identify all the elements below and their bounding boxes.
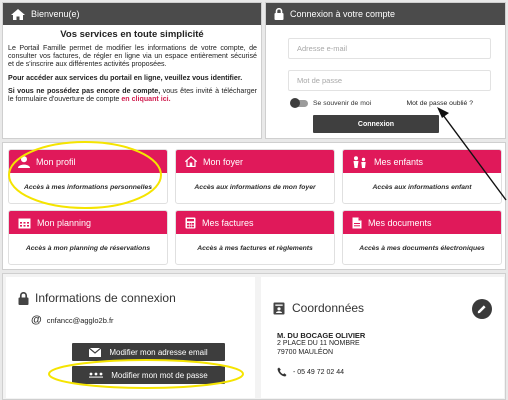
user-icon xyxy=(18,155,30,168)
calendar-icon xyxy=(18,218,31,228)
connection-info-title: Informations de connexion xyxy=(18,291,255,305)
email-field[interactable]: Adresse e-mail xyxy=(288,38,491,59)
address-card-icon xyxy=(273,302,285,314)
change-password-label: Modifier mon mot de passe xyxy=(111,370,208,380)
tile-head: Mes factures xyxy=(176,211,334,234)
password-dots-icon xyxy=(89,372,104,378)
document-icon xyxy=(352,217,362,228)
lock-icon xyxy=(18,291,29,305)
services-grid: Mon profil Accès à mes informations pers… xyxy=(2,142,506,270)
tile-head: Mes enfants xyxy=(343,150,501,173)
welcome-panel: Bienvenu(e) Vos services en toute simpli… xyxy=(2,2,262,139)
change-password-button[interactable]: Modifier mon mot de passe xyxy=(72,366,225,384)
tile-label: Mon planning xyxy=(37,217,92,228)
calculator-icon xyxy=(185,217,196,228)
phone-row: - 05 49 72 02 44 xyxy=(277,367,504,377)
address-line-2: 79700 MAULÉON xyxy=(277,348,334,356)
phone-number: - 05 49 72 02 44 xyxy=(293,368,344,376)
tile-mon-foyer[interactable]: Mon foyer Accès aux informations de mon … xyxy=(175,149,335,204)
envelope-icon xyxy=(89,347,102,357)
tile-mes-documents[interactable]: Mes documents Accès à mes documents élec… xyxy=(342,210,502,265)
tile-description: Accès à mes factures et règlements xyxy=(197,245,313,252)
welcome-identify-text: Pour accéder aux services du portail en … xyxy=(8,73,243,82)
welcome-header: Bienvenu(e) xyxy=(3,3,261,25)
remember-label: Se souvenir de moi xyxy=(313,100,372,107)
tile-head: Mon profil xyxy=(9,150,167,173)
welcome-title: Vos services en toute simplicité xyxy=(60,29,204,40)
edit-contact-button[interactable] xyxy=(472,299,492,319)
login-header-label: Connexion à votre compte xyxy=(290,9,396,19)
tile-head: Mon foyer xyxy=(176,150,334,173)
tile-description: Accès aux informations enfant xyxy=(372,184,472,191)
change-email-label: Modifier mon adresse email xyxy=(109,347,208,357)
home-icon xyxy=(11,8,25,20)
tile-mon-profil[interactable]: Mon profil Accès à mes informations pers… xyxy=(8,149,168,204)
login-header: Connexion à votre compte xyxy=(266,3,505,25)
remember-toggle[interactable] xyxy=(290,98,308,108)
welcome-intro: Le Portail Famille permet de modifier le… xyxy=(8,44,257,69)
remember-row: Se souvenir de moi Mot de passe oublié ? xyxy=(290,98,491,108)
tile-label: Mon profil xyxy=(36,156,76,167)
password-field[interactable]: Mot de passe xyxy=(288,70,491,91)
tile-label: Mes factures xyxy=(202,217,254,228)
tile-label: Mes enfants xyxy=(374,156,424,167)
account-email-row: @ cnfancc@agglo2b.fr xyxy=(31,314,255,326)
tile-mes-enfants[interactable]: Mes enfants Accès aux informations enfan… xyxy=(342,149,502,204)
tile-label: Mes documents xyxy=(368,217,432,228)
at-icon: @ xyxy=(31,314,42,326)
address-line-1: 2 PLACE DU 11 NOMBRE xyxy=(277,340,360,347)
tile-mes-factures[interactable]: Mes factures Accès à mes factures et règ… xyxy=(175,210,335,265)
lock-icon xyxy=(274,8,284,20)
connection-info-label: Informations de connexion xyxy=(35,291,176,305)
tile-head: Mes documents xyxy=(343,211,501,234)
connection-info-card: Informations de connexion @ cnfancc@aggl… xyxy=(6,277,255,398)
home-icon xyxy=(185,156,197,167)
tile-mon-planning[interactable]: Mon planning Accès à mon planning de rés… xyxy=(8,210,168,265)
login-panel: Connexion à votre compte Adresse e-mail … xyxy=(265,2,506,139)
contact-details-card: Coordonnées M. DU BOCAGE OLIVIER 2 PLACE… xyxy=(261,277,504,398)
account-email: cnfancc@agglo2b.fr xyxy=(46,315,114,325)
tile-label: Mon foyer xyxy=(203,156,244,167)
tile-head: Mon planning xyxy=(9,211,167,234)
children-icon xyxy=(353,155,366,168)
welcome-header-label: Bienvenu(e) xyxy=(31,9,80,19)
account-section: Informations de connexion @ cnfancc@aggl… xyxy=(2,273,506,400)
forgot-password-link[interactable]: Mot de passe oublié ? xyxy=(406,100,473,107)
phone-icon xyxy=(277,367,287,377)
tile-description: Accès aux informations de mon foyer xyxy=(194,184,316,191)
welcome-no-account-text: Si vous ne possédez pas encore de compte… xyxy=(3,87,261,103)
holder-name: M. DU BOCAGE OLIVIER xyxy=(277,331,366,340)
contact-details-title: Coordonnées xyxy=(273,301,504,315)
login-button[interactable]: Connexion xyxy=(313,115,439,133)
tile-description: Accès à mes documents électroniques xyxy=(359,245,485,252)
tile-description: Accès à mon planning de réservations xyxy=(25,245,151,252)
change-email-button[interactable]: Modifier mon adresse email xyxy=(72,343,225,361)
contact-details-label: Coordonnées xyxy=(292,301,365,315)
download-form-link[interactable]: en cliquant ici. xyxy=(121,95,170,103)
pencil-icon xyxy=(477,305,486,314)
tile-description: Accès à mes informations personnelles xyxy=(23,184,153,191)
no-account-bold: Si vous ne possédez pas encore de compte… xyxy=(8,86,161,95)
